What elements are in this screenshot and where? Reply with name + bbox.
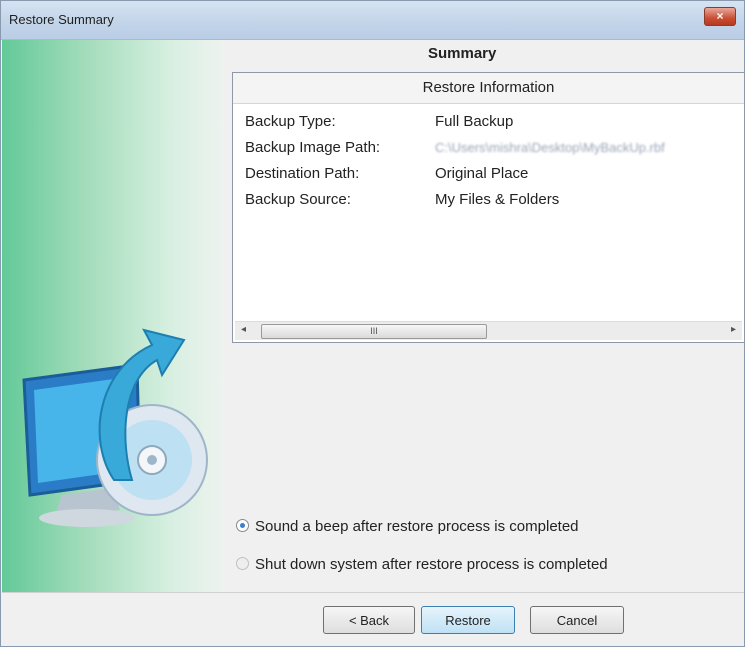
completion-options: Sound a beep after restore process is co… <box>224 512 744 582</box>
shutdown-radio[interactable] <box>236 556 249 570</box>
back-button[interactable]: < Back <box>323 606 415 634</box>
grip-icon: III <box>370 326 378 336</box>
close-button[interactable]: × <box>704 7 736 26</box>
window-title: Restore Summary <box>9 12 114 27</box>
beep-option[interactable]: Sound a beep after restore process is co… <box>236 518 579 535</box>
row-value: Original Place <box>435 165 529 182</box>
restore-summary-window: Restore Summary × Summary Restore Inform… <box>0 0 745 647</box>
row-value: C:\Users\mishra\Desktop\MyBackUp.rbf <box>435 140 665 155</box>
info-row-backup-type: Backup Type: Full Backup <box>245 113 513 130</box>
shutdown-label: Shut down system after restore process i… <box>255 556 608 573</box>
beep-label: Sound a beep after restore process is co… <box>255 518 579 535</box>
row-value: My Files & Folders <box>435 191 560 208</box>
row-value: Full Backup <box>435 113 514 130</box>
column-header-restore-information[interactable]: Restore Information <box>233 73 744 104</box>
info-row-backup-image-path: Backup Image Path: C:\Users\mishra\Deskto… <box>245 139 665 156</box>
row-label: Backup Image Path: <box>245 139 381 156</box>
restore-information-list[interactable]: Restore Information Backup Type: Full Bac… <box>232 72 745 343</box>
restore-computer-disc-icon <box>22 328 208 527</box>
row-label: Backup Type: <box>245 113 336 130</box>
row-label: Backup Source: <box>245 191 351 208</box>
horizontal-scrollbar[interactable]: ◂ III ▸ <box>235 321 742 340</box>
title-bar: Restore Summary × <box>1 1 744 40</box>
cancel-button[interactable]: Cancel <box>530 606 624 634</box>
scrollbar-thumb[interactable]: III <box>261 324 487 339</box>
row-label: Destination Path: <box>245 165 360 182</box>
shutdown-option[interactable]: Shut down system after restore process i… <box>236 556 608 573</box>
summary-heading: Summary <box>428 45 497 62</box>
info-row-destination-path: Destination Path: Original Place <box>245 165 528 182</box>
scroll-right-icon[interactable]: ▸ <box>731 324 736 335</box>
close-icon: × <box>716 9 724 23</box>
wizard-side-panel <box>2 40 224 593</box>
info-row-backup-source: Backup Source: My Files & Folders <box>245 191 559 208</box>
scroll-left-icon[interactable]: ◂ <box>241 324 246 335</box>
beep-radio[interactable] <box>236 518 249 532</box>
footer-separator <box>2 592 744 593</box>
restore-button[interactable]: Restore <box>421 606 515 634</box>
